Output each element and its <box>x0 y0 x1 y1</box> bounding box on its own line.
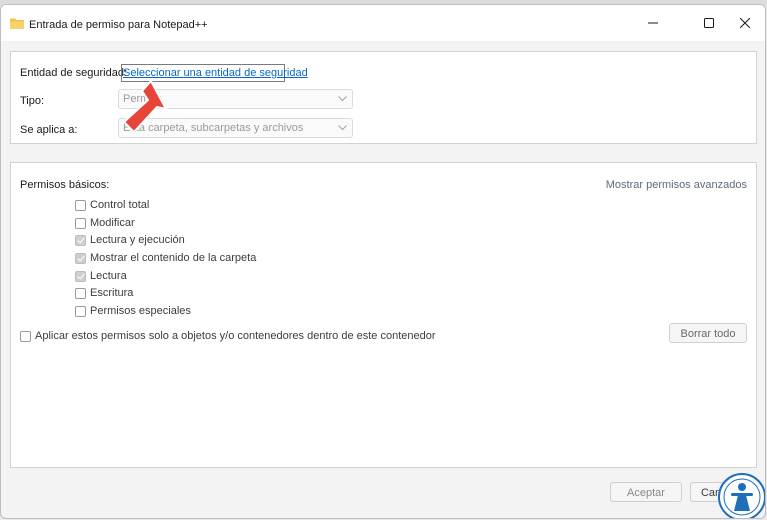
checkbox[interactable] <box>75 287 86 299</box>
close-button[interactable] <box>723 5 765 41</box>
chevron-down-icon <box>338 96 347 102</box>
minimize-button[interactable] <box>631 5 675 41</box>
red-arrow-annotation-icon <box>123 80 167 133</box>
show-advanced-permissions-link[interactable]: Mostrar permisos avanzados <box>606 179 747 191</box>
checkbox[interactable] <box>75 252 86 264</box>
permission-label: Mostrar el contenido de la carpeta <box>90 252 257 264</box>
permission-full-control[interactable]: Control total <box>75 198 149 212</box>
permission-label: Permisos especiales <box>90 305 191 317</box>
ok-button[interactable]: Aceptar <box>610 482 682 502</box>
permission-read[interactable]: Lectura <box>75 269 127 283</box>
permission-list-folder-contents[interactable]: Mostrar el contenido de la carpeta <box>75 251 256 265</box>
permission-write[interactable]: Escritura <box>75 286 133 300</box>
permission-modify[interactable]: Modificar <box>75 216 135 230</box>
type-label: Tipo: <box>20 95 45 107</box>
basic-permissions-panel: Permisos básicos: Mostrar permisos avanz… <box>10 162 757 468</box>
minimize-icon <box>648 22 658 24</box>
clear-all-button[interactable]: Borrar todo <box>669 323 747 343</box>
checkbox[interactable] <box>20 330 31 342</box>
permission-label: Modificar <box>90 217 135 229</box>
checkbox[interactable] <box>75 305 86 317</box>
permission-special[interactable]: Permisos especiales <box>75 304 191 318</box>
apply-only-to-children-option[interactable]: Aplicar estos permisos solo a objetos y/… <box>20 330 436 342</box>
permission-entry-dialog: Entrada de permiso para Notepad++ Entida… <box>0 4 766 519</box>
permission-read-execute[interactable]: Lectura y ejecución <box>75 233 185 247</box>
permission-label: Control total <box>90 199 150 211</box>
apply-only-label: Aplicar estos permisos solo a objetos y/… <box>35 330 436 342</box>
window-title: Entrada de permiso para Notepad++ <box>29 19 208 31</box>
chevron-down-icon <box>338 125 347 131</box>
principal-label: Entidad de seguridad: <box>20 67 128 79</box>
permission-label: Lectura <box>90 270 127 282</box>
close-icon <box>740 18 750 28</box>
checkbox[interactable] <box>75 217 86 229</box>
applies-to-label: Se aplica a: <box>20 124 78 136</box>
basic-permissions-heading: Permisos básicos: <box>20 179 110 191</box>
permission-label: Lectura y ejecución <box>90 234 185 246</box>
title-bar: Entrada de permiso para Notepad++ <box>1 5 765 41</box>
site-logo-icon <box>718 473 765 518</box>
permission-label: Escritura <box>90 287 134 299</box>
folder-icon <box>10 18 24 29</box>
checkbox[interactable] <box>75 270 86 282</box>
maximize-icon <box>704 18 714 28</box>
checkbox[interactable] <box>75 234 86 246</box>
checkbox[interactable] <box>75 199 86 211</box>
